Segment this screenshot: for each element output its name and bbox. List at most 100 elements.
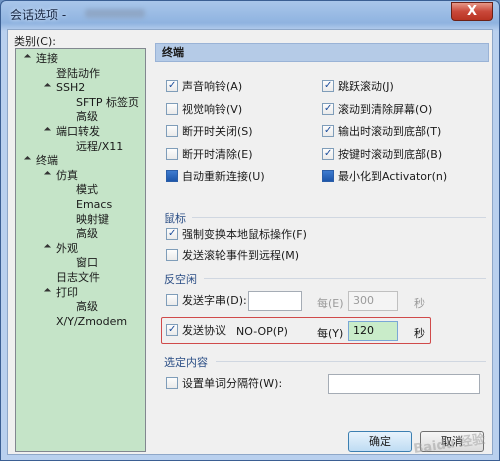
close-button[interactable]: X bbox=[451, 2, 493, 21]
expand-toggle-icon[interactable] bbox=[43, 287, 52, 295]
expand-toggle-icon[interactable] bbox=[43, 243, 52, 251]
tree-item[interactable]: 窗口 bbox=[76, 256, 98, 270]
option-checkbox-row[interactable]: 输出时滚动到底部(T) bbox=[322, 125, 441, 139]
options-panel: 终端 声音响铃(A) 视觉响铃(V) 断开时关闭(S) 断开时清除(E) 自动重新连接(… bbox=[152, 38, 490, 418]
tree-item[interactable]: 高级 bbox=[76, 300, 98, 314]
tree-item[interactable]: 终端 bbox=[36, 154, 58, 168]
tree-item[interactable]: 高级 bbox=[76, 227, 98, 241]
checkbox-label: 强制变换本地鼠标操作(F) bbox=[182, 228, 307, 241]
selection-group-title: 选定内容 bbox=[164, 356, 208, 369]
tree-item[interactable]: X/Y/Zmodem bbox=[56, 315, 127, 329]
seconds-label: 秒 bbox=[414, 297, 425, 310]
category-label: 类别(C): bbox=[14, 35, 56, 48]
tree-item-label: 外观 bbox=[56, 241, 78, 255]
option-checkbox-row[interactable]: 跳跃滚动(J) bbox=[322, 80, 394, 94]
send-string-checkbox[interactable] bbox=[166, 294, 178, 306]
checkbox-label: 断开时清除(E) bbox=[182, 147, 253, 161]
tree-item-label: 窗口 bbox=[76, 256, 98, 270]
title-bar[interactable]: 会话选项 - X bbox=[1, 1, 499, 29]
option-checkbox-row[interactable]: 断开时清除(E) bbox=[166, 147, 253, 162]
checkbox[interactable] bbox=[166, 80, 178, 92]
option-checkbox-row[interactable]: 声音响铃(A) bbox=[166, 80, 242, 94]
expand-toggle-icon[interactable] bbox=[43, 170, 52, 178]
expand-toggle-icon[interactable] bbox=[23, 156, 32, 164]
tree-item[interactable]: 远程/X11 bbox=[76, 140, 123, 154]
tree-item-label: X/Y/Zmodem bbox=[56, 314, 128, 328]
tree-item-label: 打印 bbox=[56, 285, 78, 299]
checkbox[interactable] bbox=[166, 147, 178, 160]
tree-item-label: 映射键 bbox=[76, 212, 109, 226]
tree-item[interactable]: 端口转发 bbox=[56, 125, 100, 139]
checkbox-label: 按键时滚动到底部(B) bbox=[338, 147, 443, 161]
expand-toggle-icon[interactable] bbox=[43, 83, 52, 91]
checkbox[interactable] bbox=[322, 147, 334, 160]
every-label: 每(E) bbox=[317, 297, 344, 310]
checkbox-label: 声音响铃(A) bbox=[182, 80, 243, 93]
tree-item[interactable]: SFTP 标签页 bbox=[76, 96, 139, 110]
checkbox[interactable] bbox=[322, 170, 334, 182]
checkbox-label: 跳跃滚动(J) bbox=[338, 80, 394, 93]
section-title: 终端 bbox=[155, 43, 489, 62]
tree-item-label: 登陆动作 bbox=[56, 66, 100, 80]
expand-toggle-icon[interactable] bbox=[43, 126, 52, 135]
tree-item[interactable]: 登陆动作 bbox=[56, 67, 100, 81]
option-checkbox-row[interactable]: 按键时滚动到底部(B) bbox=[322, 147, 443, 162]
tree-item[interactable]: 连接 bbox=[36, 52, 58, 66]
send-protocol-option[interactable]: 发送协议 bbox=[166, 324, 226, 338]
tree-item[interactable]: 高级 bbox=[76, 110, 98, 124]
tree-item[interactable]: SSH2 bbox=[56, 81, 85, 95]
checkbox[interactable] bbox=[322, 102, 334, 115]
option-checkbox-row[interactable]: 发送滚轮事件到远程(M) bbox=[166, 249, 299, 263]
checkbox[interactable] bbox=[166, 170, 178, 182]
send-string-option[interactable]: 发送字串(D): bbox=[166, 294, 247, 308]
checkbox-label: 发送滚轮事件到远程(M) bbox=[182, 249, 300, 262]
tree-item[interactable]: 日志文件 bbox=[56, 271, 100, 285]
tree-item-label: 终端 bbox=[36, 154, 58, 168]
tree-item-label: 连接 bbox=[36, 52, 58, 65]
anti-idle-group-title: 反空闲 bbox=[164, 273, 197, 286]
mouse-divider bbox=[192, 217, 486, 218]
word-delimiters-label: 设置单词分隔符(W): bbox=[182, 377, 283, 390]
word-delimiters-input[interactable] bbox=[328, 374, 480, 394]
tree-item[interactable]: 映射键 bbox=[76, 213, 109, 227]
word-delimiters-option[interactable]: 设置单词分隔符(W): bbox=[166, 377, 282, 391]
tree-item-label: 日志文件 bbox=[56, 271, 100, 284]
seconds2-label: 秒 bbox=[414, 327, 425, 340]
option-checkbox-row[interactable]: 自动重新连接(U) bbox=[166, 170, 265, 184]
expand-toggle-icon[interactable] bbox=[23, 53, 32, 62]
option-checkbox-row[interactable]: 滚动到清除屏幕(O) bbox=[322, 102, 433, 117]
every2-label: 每(Y) bbox=[317, 327, 344, 340]
option-checkbox-row[interactable]: 强制变换本地鼠标操作(F) bbox=[166, 228, 307, 242]
category-tree[interactable]: 连接 登陆动作 SSH2 SFTP 标签页 高级 端口转发 远程/X11 终端 仿真 模式 Emac… bbox=[15, 48, 146, 452]
checkbox[interactable] bbox=[322, 125, 334, 137]
tree-item-label: SSH2 bbox=[56, 81, 86, 95]
tree-item[interactable]: 外观 bbox=[56, 242, 78, 256]
checkbox-label: 滚动到清除屏幕(O) bbox=[338, 102, 433, 116]
option-checkbox-row[interactable]: 断开时关闭(S) bbox=[166, 125, 253, 139]
tree-item-label: 模式 bbox=[76, 183, 98, 197]
tree-item-label: 端口转发 bbox=[56, 125, 100, 138]
checkbox-label: 视觉响铃(V) bbox=[182, 102, 243, 116]
send-protocol-checkbox[interactable] bbox=[166, 324, 178, 336]
checkbox[interactable] bbox=[166, 102, 178, 115]
checkbox[interactable] bbox=[166, 249, 178, 261]
every-seconds-input[interactable]: 300 bbox=[348, 291, 398, 311]
tree-item-label: 高级 bbox=[76, 300, 98, 314]
tree-item[interactable]: 打印 bbox=[56, 286, 78, 300]
mouse-group-title: 鼠标 bbox=[164, 212, 186, 225]
protocol-value: NO-OP(P) bbox=[236, 325, 288, 338]
tree-item[interactable]: 模式 bbox=[76, 183, 98, 197]
word-delimiters-checkbox[interactable] bbox=[166, 377, 178, 389]
option-checkbox-row[interactable]: 视觉响铃(V) bbox=[166, 102, 243, 117]
checkbox[interactable] bbox=[166, 125, 178, 137]
every2-seconds-input[interactable]: 120 bbox=[348, 321, 398, 341]
checkbox-label: 输出时滚动到底部(T) bbox=[338, 125, 442, 138]
checkbox-label: 断开时关闭(S) bbox=[182, 125, 253, 138]
option-checkbox-row[interactable]: 最小化到Activator(n) bbox=[322, 170, 447, 184]
send-string-input[interactable] bbox=[248, 291, 302, 311]
tree-item[interactable]: 仿真 bbox=[56, 169, 78, 183]
tree-item[interactable]: Emacs bbox=[76, 198, 112, 212]
checkbox[interactable] bbox=[322, 80, 334, 92]
ok-button[interactable]: 确定 bbox=[348, 431, 412, 452]
checkbox[interactable] bbox=[166, 228, 178, 240]
